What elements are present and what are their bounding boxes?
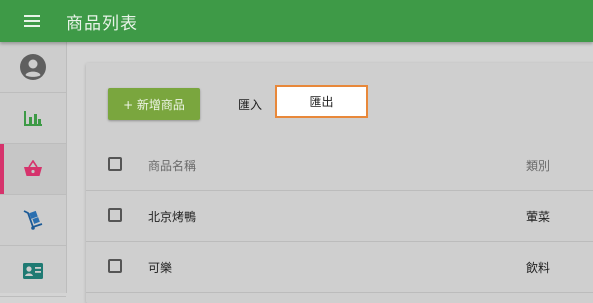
export-button-label: 匯出 <box>309 95 334 109</box>
menu-icon[interactable] <box>24 14 40 28</box>
sidebar-item-account[interactable] <box>0 42 66 93</box>
table-row[interactable]: 可樂 飲料 <box>86 242 593 293</box>
row-checkbox[interactable] <box>108 208 122 222</box>
product-category-cell: 葷菜 <box>526 210 551 224</box>
column-header-name: 商品名稱 <box>148 159 197 173</box>
sidebar-item-contacts[interactable] <box>0 246 66 297</box>
product-list-card: + 新增商品 匯入 匯出 商品名稱 類別 北京烤鴨 葷菜 可樂 飲料 <box>86 63 593 303</box>
sidebar-item-reports[interactable] <box>0 93 66 144</box>
table-row[interactable]: 北京烤鴨 葷菜 <box>86 191 593 242</box>
select-all-checkbox[interactable] <box>108 157 122 171</box>
shopping-basket-icon <box>24 160 42 176</box>
page-title: 商品列表 <box>66 14 138 34</box>
sidebar <box>0 42 67 297</box>
table-header-row: 商品名稱 類別 <box>86 140 593 191</box>
sidebar-item-products[interactable] <box>0 144 66 195</box>
column-header-category: 類別 <box>526 159 551 173</box>
product-name-cell: 可樂 <box>148 261 173 275</box>
cart-icon <box>23 210 43 230</box>
add-product-button[interactable]: + 新增商品 <box>108 88 200 120</box>
account-circle-icon <box>20 54 46 80</box>
contact-card-icon <box>23 263 43 279</box>
row-checkbox[interactable] <box>108 259 122 273</box>
product-category-cell: 飲料 <box>526 261 551 275</box>
top-app-bar: 商品列表 <box>0 0 593 42</box>
import-button[interactable]: 匯入 <box>238 96 262 113</box>
sidebar-item-delivery[interactable] <box>0 195 66 246</box>
export-button[interactable]: 匯出 <box>275 85 368 118</box>
bar-chart-icon <box>24 111 42 126</box>
product-name-cell: 北京烤鴨 <box>148 210 197 224</box>
